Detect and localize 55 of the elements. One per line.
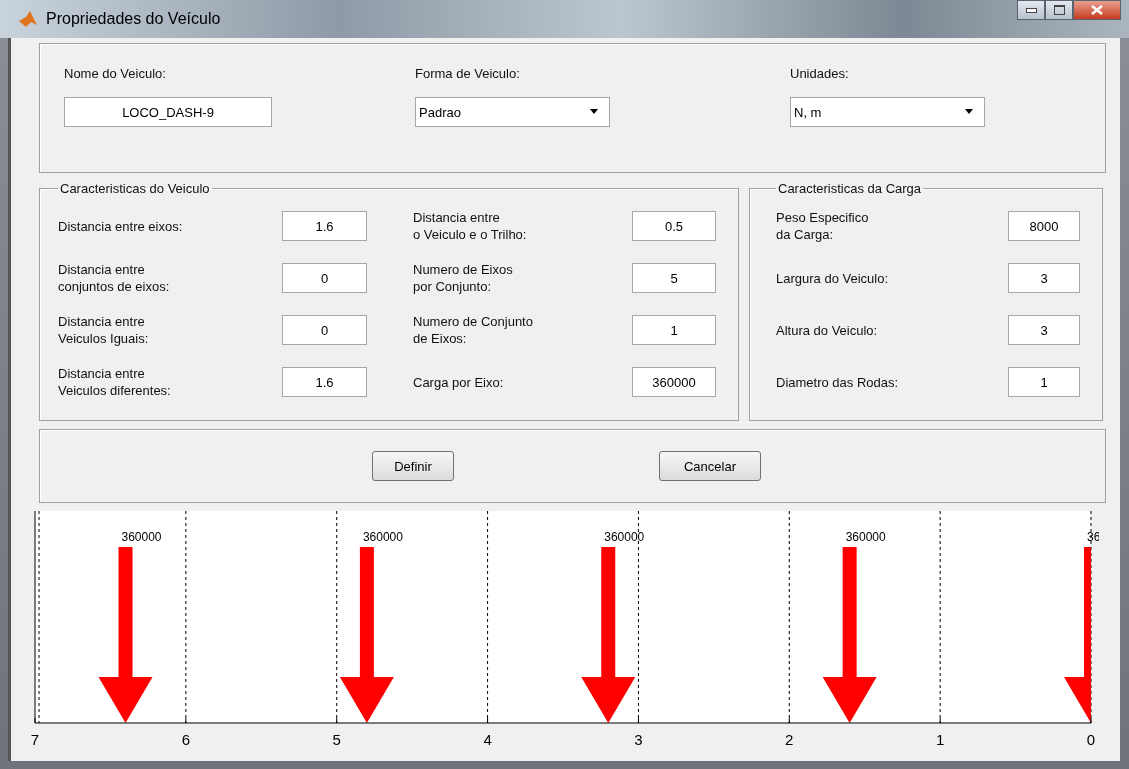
input-field[interactable]: 0.5 bbox=[632, 211, 716, 241]
field-label: Largura do Veiculo: bbox=[776, 269, 890, 287]
field-label: Carga por Eixo: bbox=[413, 373, 505, 391]
tick-label: 4 bbox=[483, 731, 492, 748]
group-title: Caracteristicas da Carga bbox=[777, 181, 923, 196]
dropdown[interactable]: Padrao bbox=[415, 97, 610, 127]
input-field[interactable]: 0 bbox=[282, 315, 367, 345]
field-label: Numero de Conjunto de Eixos: bbox=[413, 313, 534, 347]
field-label: Distancia entre Veiculos Iguais: bbox=[58, 313, 150, 347]
field-label: Distancia entre Veiculos diferentes: bbox=[58, 365, 172, 399]
input-field[interactable]: 3 bbox=[1008, 263, 1080, 293]
dropdown[interactable]: N, m bbox=[790, 97, 985, 127]
window-title: Propriedades do Veículo bbox=[46, 10, 221, 28]
field-label: Distancia entre conjuntos de eixos: bbox=[58, 261, 171, 295]
dialog-button[interactable]: Definir bbox=[372, 451, 454, 481]
field-label: Unidades: bbox=[790, 66, 850, 81]
field-label: Numero de Eixos por Conjunto: bbox=[413, 261, 514, 295]
dialog-button[interactable]: Cancelar bbox=[659, 451, 761, 481]
field-label: Distancia entre o Veiculo e o Trilho: bbox=[413, 209, 528, 243]
field-label: Diametro das Rodas: bbox=[776, 373, 900, 391]
load-label: 360000 bbox=[845, 530, 886, 544]
minimize-button[interactable] bbox=[1017, 0, 1045, 20]
caret-icon bbox=[589, 109, 599, 115]
load-label: 36 bbox=[1087, 530, 1099, 544]
caret-icon bbox=[964, 109, 974, 115]
input-field[interactable]: 5 bbox=[632, 263, 716, 293]
group-title: Caracteristicas do Veiculo bbox=[59, 181, 211, 196]
field-label: Nome do Veiculo: bbox=[64, 66, 167, 81]
input-field[interactable]: 1.6 bbox=[282, 211, 367, 241]
field-label: Peso Especifico da Carga: bbox=[776, 209, 870, 243]
tick-label: 5 bbox=[332, 731, 341, 748]
input-field[interactable]: 1.6 bbox=[282, 367, 367, 397]
field-label: Forma de Veiculo: bbox=[415, 66, 521, 81]
close-icon bbox=[1091, 5, 1103, 15]
input-field[interactable]: 8000 bbox=[1008, 211, 1080, 241]
app-icon bbox=[18, 9, 38, 29]
tick-label: 2 bbox=[785, 731, 794, 748]
field-label: Distancia entre eixos: bbox=[58, 217, 184, 235]
input-field[interactable]: 360000 bbox=[632, 367, 716, 397]
close-button[interactable] bbox=[1073, 0, 1121, 20]
tick-label: 0 bbox=[1086, 731, 1096, 748]
tick-label: 3 bbox=[634, 731, 643, 748]
input-field[interactable]: 0 bbox=[282, 263, 367, 293]
load-label: 360000 bbox=[362, 530, 403, 544]
load-label: 360000 bbox=[604, 530, 645, 544]
name-field[interactable]: LOCO_DASH-9 bbox=[64, 97, 272, 127]
load-label: 360000 bbox=[121, 530, 162, 544]
field-label: Altura do Veiculo: bbox=[776, 321, 879, 339]
tick-label: 6 bbox=[181, 731, 191, 748]
input-field[interactable]: 1 bbox=[632, 315, 716, 345]
tick-label: 1 bbox=[935, 731, 945, 748]
maximize-button[interactable] bbox=[1045, 0, 1073, 20]
input-field[interactable]: 1 bbox=[1008, 367, 1080, 397]
tick-label: 7 bbox=[30, 731, 40, 748]
input-field[interactable]: 3 bbox=[1008, 315, 1080, 345]
